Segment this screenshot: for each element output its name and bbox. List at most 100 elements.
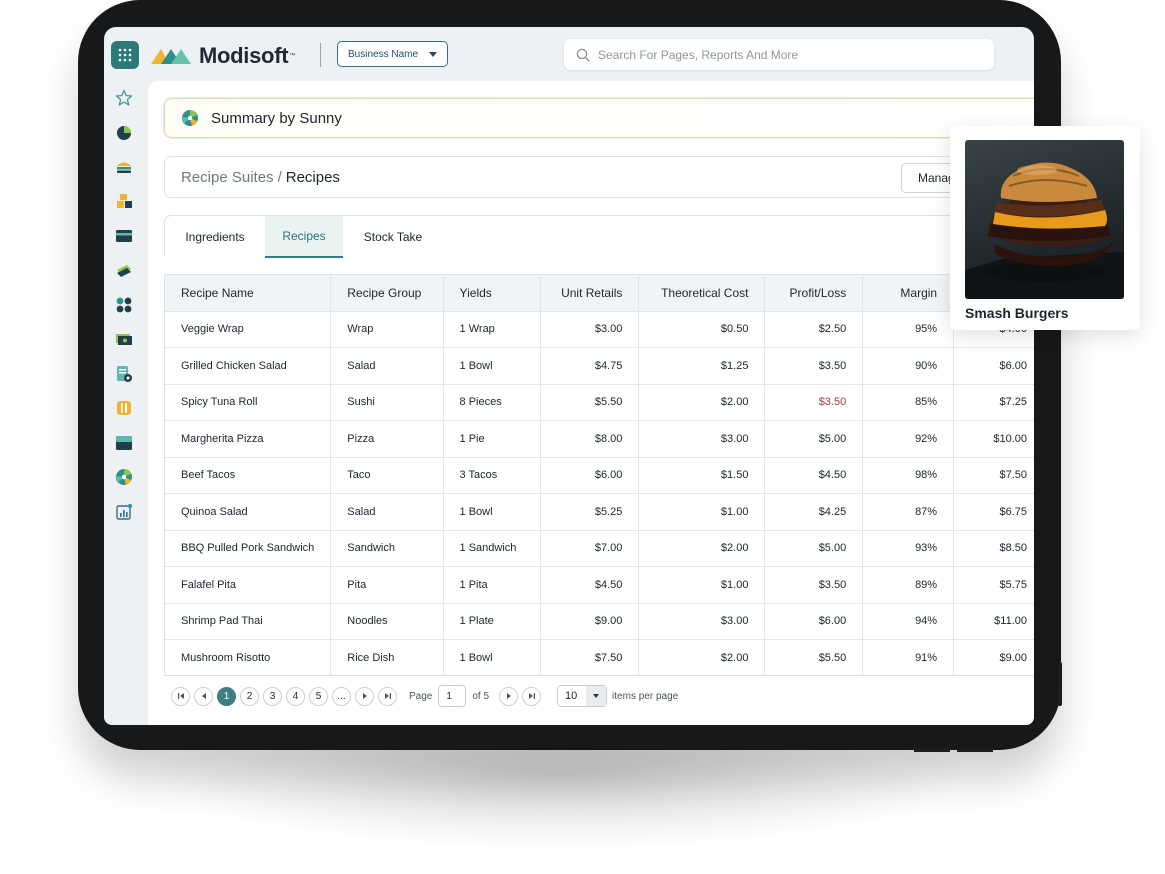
pagination: 1 2 3 4 5... Page 1 of 5 10 items per page bbox=[164, 681, 1034, 711]
page-number-input[interactable]: 1 bbox=[438, 685, 467, 707]
modules-dots-icon[interactable] bbox=[114, 295, 134, 315]
column-header[interactable]: Profit/Loss bbox=[764, 275, 864, 312]
last-page-icon[interactable] bbox=[522, 686, 542, 706]
table-cell: $9.00 bbox=[540, 603, 640, 640]
table-cell: $5.25 bbox=[540, 493, 640, 531]
table-cell: Wrap bbox=[330, 311, 444, 348]
money-bills-icon[interactable] bbox=[114, 329, 134, 349]
table-cell: Quinoa Salad bbox=[165, 493, 332, 531]
business-select[interactable]: Business Name bbox=[337, 41, 448, 67]
last-page-icon[interactable] bbox=[378, 686, 397, 706]
tab-label: Stock Take bbox=[363, 230, 423, 244]
table-cell: 87% bbox=[862, 493, 955, 531]
column-header[interactable]: Yields bbox=[443, 275, 541, 312]
food-burger-icon[interactable] bbox=[114, 157, 134, 177]
tab-ingredients[interactable]: Ingredients bbox=[165, 216, 265, 258]
table-row[interactable]: Grilled Chicken Salad Salad 1 Bowl $4.75 $1.… bbox=[165, 347, 1034, 385]
table-cell: 3 Tacos bbox=[443, 457, 541, 494]
items-per-page-select[interactable]: 10 bbox=[557, 685, 608, 707]
table-cell: 94% bbox=[862, 603, 955, 640]
tab-recipes[interactable]: Recipes bbox=[265, 216, 343, 258]
favorites-star-icon[interactable] bbox=[114, 88, 134, 108]
table-cell: Noodles bbox=[330, 603, 444, 640]
analytics-chart-icon[interactable] bbox=[114, 502, 134, 522]
table-cell: $11.00 bbox=[953, 603, 1034, 640]
breadcrumb-parent[interactable]: Recipe Suites bbox=[181, 169, 274, 186]
business-select-label: Business Name bbox=[348, 48, 419, 60]
table-cell: $2.50 bbox=[764, 311, 864, 348]
device-bottom-button bbox=[957, 748, 993, 752]
reports-pie-icon[interactable] bbox=[114, 122, 134, 142]
search-input[interactable] bbox=[598, 47, 978, 62]
items-per-page-label: items per page bbox=[612, 690, 679, 702]
recipes-utensils-icon[interactable] bbox=[114, 398, 134, 418]
column-header[interactable]: Theoretical Cost bbox=[638, 275, 766, 312]
table-row[interactable]: Spicy Tuna Roll Sushi 8 Pieces $5.50 $2.00 $3… bbox=[165, 384, 1034, 421]
table-row[interactable]: Falafel Pita Pita 1 Pita $4.50 $1.00 $3.50 89%… bbox=[165, 566, 1034, 604]
page-number-button[interactable]: 1 bbox=[217, 686, 236, 706]
column-header[interactable]: Recipe Name bbox=[165, 275, 332, 312]
table-row[interactable]: Veggie WrapWrap1 Wrap$3.00$0.50$2.5095%$… bbox=[165, 311, 1034, 348]
modisoft-logo-icon bbox=[151, 49, 191, 64]
page-number-button[interactable]: ... bbox=[332, 686, 351, 706]
inventory-boxes-icon[interactable] bbox=[114, 191, 134, 211]
table-row[interactable]: Mushroom Risotto Rice Dish 1 Bowl $7.50 $2.0… bbox=[165, 639, 1034, 675]
column-header[interactable]: Unit Retails bbox=[540, 275, 640, 312]
grid-icon bbox=[118, 48, 132, 62]
table-cell: 89% bbox=[862, 566, 955, 604]
page-number-button[interactable]: 5 bbox=[309, 686, 328, 706]
table-header-row: Recipe Name Recipe Group Yields Unit Retail… bbox=[165, 275, 1034, 312]
table-row[interactable]: Shrimp Pad Thai Noodles 1 Plate $9.00 $3.00 $… bbox=[165, 603, 1034, 640]
tab-bar: Ingredients Recipes Stock Take bbox=[164, 215, 1034, 258]
next-page-icon[interactable] bbox=[499, 686, 519, 706]
table-cell: $4.50 bbox=[764, 457, 864, 494]
table-cell: 91% bbox=[862, 639, 955, 675]
sunny-assistant-icon[interactable] bbox=[114, 467, 134, 487]
cash-stack-icon[interactable] bbox=[114, 260, 134, 280]
table-cell: $6.75 bbox=[953, 493, 1034, 531]
table-cell: $1.00 bbox=[638, 566, 766, 604]
table-cell: 1 Sandwich bbox=[443, 530, 541, 567]
breadcrumb-current: Recipes bbox=[285, 168, 340, 186]
tab-stock-take[interactable]: Stock Take bbox=[343, 216, 443, 258]
payments-card-icon[interactable] bbox=[114, 226, 134, 246]
prev-page-icon[interactable] bbox=[194, 686, 213, 706]
column-header[interactable]: Margin bbox=[862, 275, 955, 312]
page-number-button[interactable]: 4 bbox=[286, 686, 305, 706]
brand-logo[interactable]: Modisoft ™ bbox=[151, 43, 295, 69]
breadcrumb: Recipe Suites / Recipes Manage bbox=[164, 156, 1034, 198]
table-cell: $6.00 bbox=[953, 347, 1034, 385]
table-cell: $2.00 bbox=[638, 639, 766, 675]
table-cell: $6.00 bbox=[540, 457, 640, 494]
recipe-preview-card[interactable]: Smash Burgers bbox=[950, 126, 1140, 330]
table-row[interactable]: BBQ Pulled Pork Sandwich Sandwich 1 Sandwi… bbox=[165, 530, 1034, 567]
summary-banner[interactable]: Summary by Sunny bbox=[164, 98, 1034, 138]
page-number-button[interactable]: 2 bbox=[240, 686, 259, 706]
top-bar: Modisoft ™ Business Name bbox=[104, 27, 1034, 81]
table-cell: Sushi bbox=[330, 384, 444, 421]
table-row[interactable]: Quinoa Salad Salad 1 Bowl $5.25 $1.00 $4.25 87… bbox=[165, 493, 1034, 531]
table-cell: Salad bbox=[330, 493, 444, 531]
table-row[interactable]: Beef Tacos Taco 3 Tacos $6.00 $1.50 $4.50 98% $… bbox=[165, 457, 1034, 494]
table-row[interactable]: Margherita Pizza Pizza 1 Pie $8.00 $3.00 $5.0… bbox=[165, 420, 1034, 458]
first-page-icon[interactable] bbox=[171, 686, 190, 706]
table-cell: $5.00 bbox=[764, 530, 864, 567]
column-header[interactable]: Recipe Group bbox=[330, 275, 444, 312]
table-cell: $7.50 bbox=[953, 457, 1034, 494]
page-number-button[interactable]: 3 bbox=[263, 686, 282, 706]
display-monitor-icon[interactable] bbox=[114, 433, 134, 453]
next-page-icon[interactable] bbox=[355, 686, 374, 706]
table-cell: 1 Bowl bbox=[443, 639, 541, 675]
table-cell: $0.50 bbox=[638, 311, 766, 348]
apps-grid-button[interactable] bbox=[111, 41, 139, 69]
device-side-button bbox=[1058, 662, 1062, 706]
settings-document-icon[interactable] bbox=[114, 364, 134, 384]
table-cell: $7.00 bbox=[540, 530, 640, 567]
stage: Modisoft ™ Business Name Search For Page… bbox=[0, 0, 1165, 874]
recipes-table: Recipe Name Recipe Group Yields Unit Retail… bbox=[164, 274, 1034, 676]
table-cell: 90% bbox=[862, 347, 955, 385]
table-cell: $5.75 bbox=[953, 566, 1034, 604]
app-screen: Modisoft ™ Business Name Search For Page… bbox=[104, 27, 1034, 725]
search-bar[interactable] bbox=[564, 39, 994, 70]
table-cell: Mushroom Risotto bbox=[165, 639, 332, 675]
